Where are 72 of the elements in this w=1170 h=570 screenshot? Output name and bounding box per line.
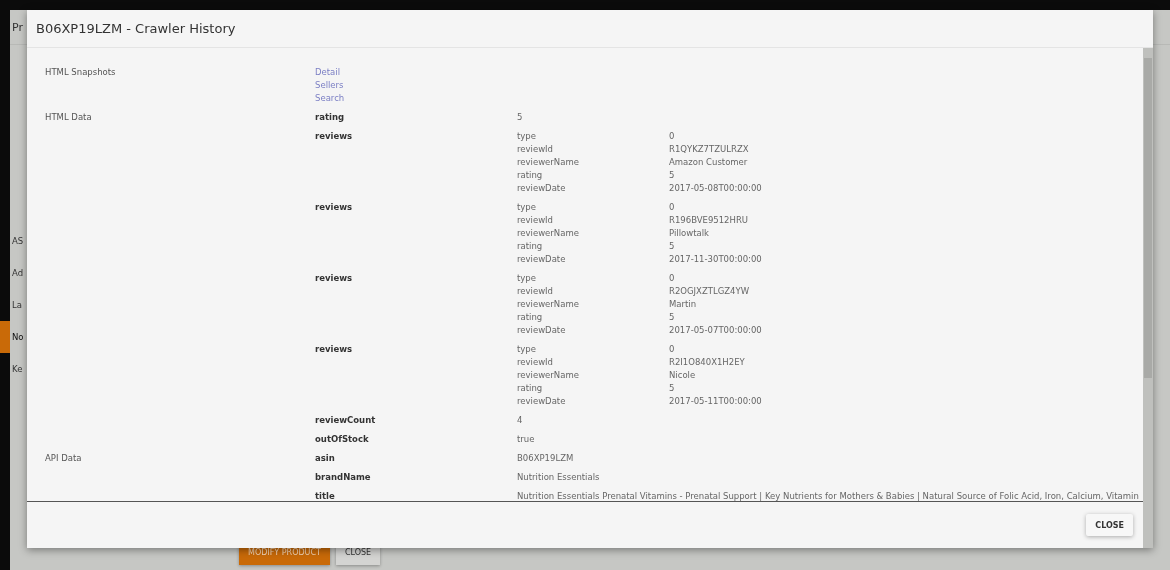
field-value: 4 [517, 414, 524, 427]
snapshot-link[interactable]: Detail [315, 66, 341, 79]
field-key: reviewCount [315, 414, 517, 427]
sidebar-item[interactable]: AS [12, 236, 24, 246]
entry-value: 5 [669, 169, 676, 182]
entry-key: reviewDate [517, 324, 669, 337]
field-key: reviews [315, 130, 517, 195]
entry-value: 0 [669, 130, 676, 143]
snapshot-link[interactable]: Sellers [315, 79, 344, 92]
field-key: outOfStock [315, 433, 517, 446]
field-key: title [315, 490, 517, 501]
sidebar-item[interactable]: La [12, 300, 22, 310]
snapshot-link[interactable]: Search [315, 92, 345, 105]
entry-key: reviewerName [517, 369, 669, 382]
entry-key: reviewerName [517, 227, 669, 240]
field-key: brandName [315, 471, 517, 484]
entry-key: reviewId [517, 143, 669, 156]
entry-key: rating [517, 240, 669, 253]
entry-value: 0 [669, 201, 676, 214]
entry-value: 5 [669, 240, 676, 253]
entry-value: R1QYKZ7TZULRZX [669, 143, 750, 156]
entry-value: 0 [669, 272, 676, 285]
entry-key: rating [517, 311, 669, 324]
entry-key: reviewerName [517, 156, 669, 169]
field-key: reviews [315, 272, 517, 337]
entry-key: reviewId [517, 356, 669, 369]
dialog-title: B06XP19LZM - Crawler History [36, 21, 236, 36]
field-value: B06XP19LZM [517, 452, 575, 465]
field-value: Nutrition Essentials Prenatal Vitamins - Prenatal Support | Key Nutrients for Mothers & Babies | Natural Source of Folic Acid, Iron, Calcium, Vitamin [517, 490, 1140, 501]
entry-key: reviewDate [517, 182, 669, 195]
entry-value: R196BVE9512HRU [669, 214, 750, 227]
close-button[interactable]: CLOSE [1086, 514, 1133, 536]
entry-key: type [517, 272, 669, 285]
entry-key: reviewDate [517, 253, 669, 266]
sidebar-item[interactable]: Ke [12, 364, 23, 374]
section-label: HTML Snapshots [45, 66, 117, 79]
field-value: true [517, 433, 536, 446]
entry-value: 2017-05-07T00:00:00 [669, 324, 763, 337]
field-value: Nutrition Essentials [517, 471, 601, 484]
sidebar-item[interactable]: No [12, 332, 24, 342]
entry-key: type [517, 130, 669, 143]
field-key: reviews [315, 201, 517, 266]
entry-value: R2OGJXZTLGZ4YW [669, 285, 751, 298]
entry-value: R2I1O840X1H2EY [669, 356, 746, 369]
section-label: API Data [45, 452, 83, 465]
page-title: Pr [12, 20, 23, 34]
section-label: HTML Data [45, 111, 93, 124]
entry-key: reviewerName [517, 298, 669, 311]
field-key: rating [315, 111, 517, 124]
entry-value: 5 [669, 382, 676, 395]
scrollbar[interactable] [1143, 48, 1153, 548]
entry-value: 5 [669, 311, 676, 324]
field-value: 5 [517, 111, 524, 124]
sidebar-item[interactable]: Ad [12, 268, 24, 278]
entry-key: type [517, 201, 669, 214]
field-key: reviews [315, 343, 517, 408]
entry-key: reviewId [517, 285, 669, 298]
entry-key: reviewDate [517, 395, 669, 408]
field-key: asin [315, 452, 517, 465]
entry-value: Martin [669, 298, 698, 311]
entry-value: 0 [669, 343, 676, 356]
entry-value: Pillowtalk [669, 227, 710, 240]
entry-key: reviewId [517, 214, 669, 227]
entry-value: 2017-11-30T00:00:00 [669, 253, 763, 266]
entry-value: 2017-05-08T00:00:00 [669, 182, 763, 195]
selection-bar [0, 321, 10, 353]
entry-value: 2017-05-11T00:00:00 [669, 395, 763, 408]
entry-key: rating [517, 382, 669, 395]
entry-key: rating [517, 169, 669, 182]
entry-value: Nicole [669, 369, 697, 382]
entry-value: Amazon Customer [669, 156, 749, 169]
entry-key: type [517, 343, 669, 356]
